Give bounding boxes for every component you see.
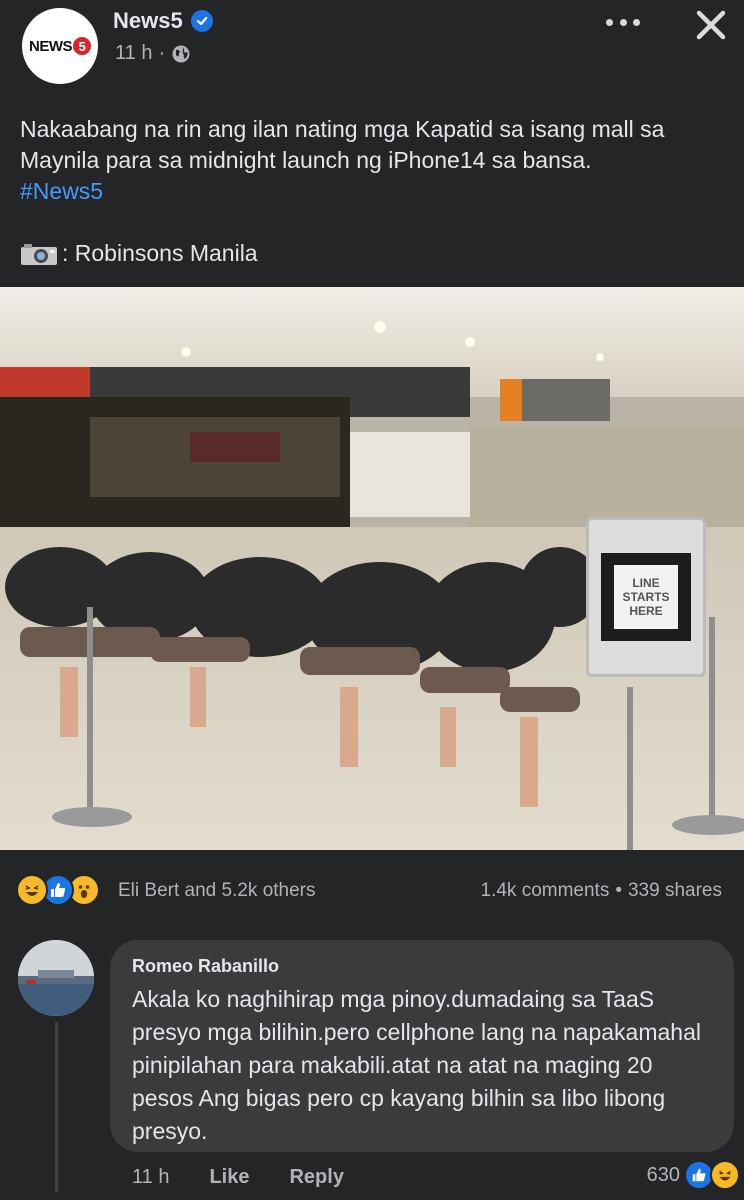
reply-button[interactable]: Reply bbox=[289, 1166, 343, 1189]
comment-actions: 11 h Like Reply bbox=[132, 1166, 344, 1189]
news5-logo: NEWS 5 bbox=[29, 37, 91, 55]
sign-line-2: STARTS bbox=[622, 590, 670, 604]
comment-bubble: Romeo Rabanillo Akala ko naghihirap mga … bbox=[110, 940, 734, 1152]
commenter-avatar[interactable] bbox=[18, 940, 94, 1016]
like-button[interactable]: Like bbox=[209, 1166, 249, 1189]
page-name[interactable]: News5 bbox=[113, 8, 183, 34]
reaction-icons[interactable] bbox=[16, 874, 100, 906]
logo-text: NEWS bbox=[29, 37, 73, 55]
comment-reactions[interactable]: 630 bbox=[646, 1160, 740, 1190]
sign-line-1: LINE bbox=[632, 576, 660, 590]
post-time[interactable]: 11 h bbox=[115, 42, 152, 65]
haha-icon bbox=[16, 874, 48, 906]
photo-credit: : Robinsons Manila bbox=[20, 240, 258, 267]
hashtag-link[interactable]: #News5 bbox=[20, 178, 103, 204]
comment-body: Akala ko naghihirap mga pinoy.dumadaing … bbox=[132, 986, 701, 1144]
globe-icon bbox=[172, 45, 190, 62]
stats-dot: • bbox=[615, 880, 622, 901]
meta-separator: · bbox=[158, 42, 166, 64]
close-icon[interactable] bbox=[694, 8, 728, 42]
post-body: Nakaabang na rin ang ilan nating mga Kap… bbox=[20, 116, 665, 173]
line-starts-here-sign: LINE STARTS HERE bbox=[586, 517, 706, 677]
post-header: NEWS 5 News5 11 h · bbox=[0, 0, 744, 100]
logo-number: 5 bbox=[73, 37, 91, 55]
reactions-bar: Eli Bert and 5.2k others 1.4k comments •… bbox=[0, 866, 744, 916]
haha-icon bbox=[710, 1160, 740, 1190]
comments-count[interactable]: 1.4k comments bbox=[481, 880, 610, 902]
photo-credit-text: : Robinsons Manila bbox=[62, 240, 258, 266]
verified-badge-icon bbox=[190, 10, 213, 32]
page-avatar[interactable]: NEWS 5 bbox=[22, 8, 98, 84]
reactors-summary[interactable]: Eli Bert and 5.2k others bbox=[118, 880, 316, 902]
post-meta: 11 h · bbox=[115, 42, 191, 65]
comment-time[interactable]: 11 h bbox=[132, 1166, 169, 1189]
thread-line bbox=[55, 1022, 58, 1192]
post-photo[interactable]: LINE STARTS HERE bbox=[0, 287, 744, 850]
post-text: Nakaabang na rin ang ilan nating mga Kap… bbox=[20, 114, 720, 207]
page-name-row: News5 bbox=[113, 8, 213, 34]
shares-count[interactable]: 339 shares bbox=[628, 880, 722, 902]
camera-icon bbox=[21, 243, 57, 265]
comment-author[interactable]: Romeo Rabanillo bbox=[132, 956, 712, 977]
sign-line-3: HERE bbox=[629, 604, 663, 618]
engagement-stats: 1.4k comments • 339 shares bbox=[481, 880, 723, 902]
comment-reaction-count: 630 bbox=[646, 1163, 680, 1186]
more-options-icon[interactable] bbox=[606, 10, 640, 34]
